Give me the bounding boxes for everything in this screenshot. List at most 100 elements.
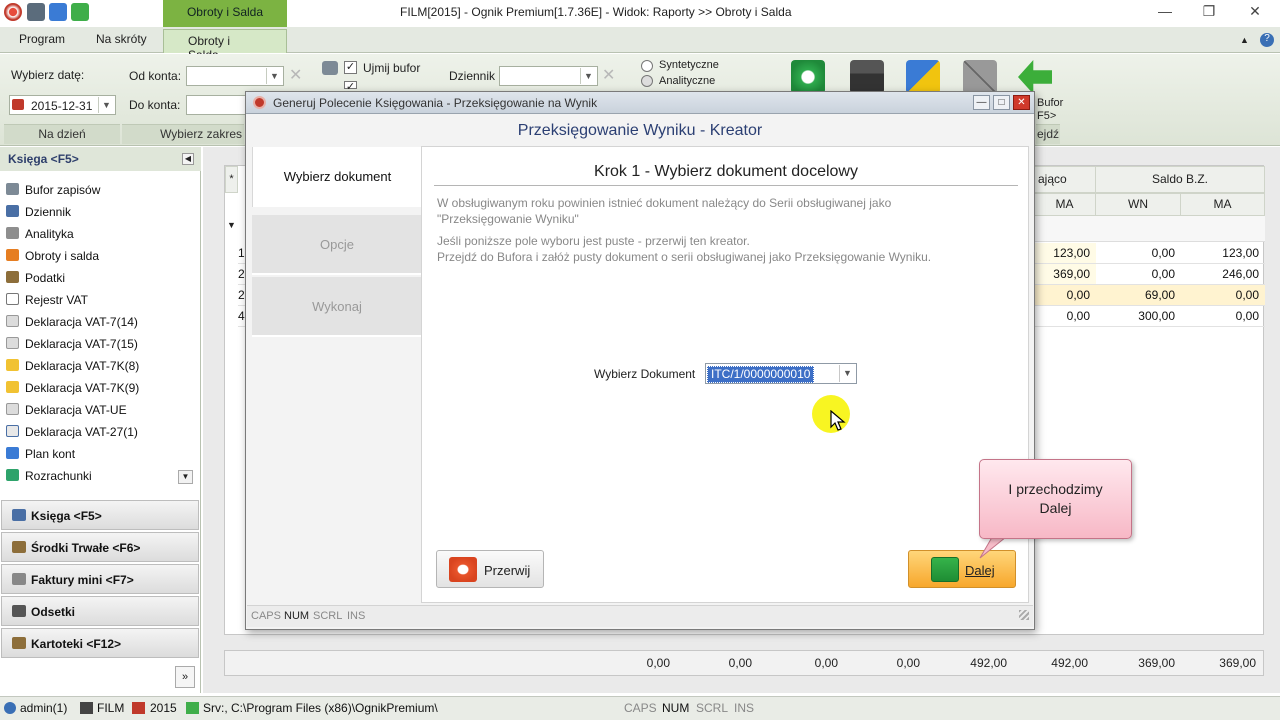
resize-grip-icon[interactable] — [1019, 610, 1029, 620]
nav-srodki-trwale[interactable]: Środki Trwałe <F6> — [1, 532, 199, 562]
nav-item-vat7-14[interactable]: Deklaracja VAT-7(14) — [6, 311, 138, 333]
do-konta-field[interactable] — [186, 95, 246, 115]
nav-odsetki[interactable]: Odsetki — [1, 596, 199, 626]
grid-cell: 0,00 — [1180, 285, 1265, 306]
server-icon — [186, 702, 199, 714]
date-picker[interactable]: 2015-12-31 ▼ — [9, 95, 116, 115]
chevron-down-icon[interactable]: ▼ — [98, 97, 114, 113]
grid-header-col[interactable]: MA — [1180, 193, 1265, 216]
chevron-down-icon[interactable]: ▼ — [266, 68, 282, 84]
declaration-icon — [6, 425, 19, 437]
context-tab: Obroty i Salda — [163, 0, 287, 27]
pomin-puste-checkbox[interactable]: ✓ — [344, 81, 357, 93]
cancel-button[interactable]: Przerwij — [436, 550, 544, 588]
nav-item-vat-ue[interactable]: Deklaracja VAT-UE — [6, 399, 127, 421]
annotation-callout: I przechodzimy Dalej — [979, 459, 1132, 539]
nav-item-podatki[interactable]: Podatki — [6, 267, 65, 289]
nav-item-label: Deklaracja VAT-7(15) — [25, 337, 138, 351]
exit-arrow-icon[interactable] — [1018, 60, 1052, 94]
nav-item-obroty[interactable]: Obroty i salda — [6, 245, 99, 267]
stop-icon — [449, 557, 477, 582]
document-icon[interactable] — [71, 3, 89, 21]
grid-cell: 0,00 — [1033, 285, 1096, 306]
step-wykonaj[interactable]: Wykonaj — [252, 277, 422, 337]
dziennik-field[interactable]: ▼ — [499, 66, 598, 86]
tab-obroty-i-salda[interactable]: Obroty i Salda — [163, 29, 287, 62]
ujmij-bufor-label: Ujmij bufor — [363, 61, 421, 75]
nav-item-vat27[interactable]: Deklaracja VAT-27(1) — [6, 421, 138, 443]
nav-item-label: Analityka — [25, 227, 74, 241]
dialog-status-bar: CAPS NUM SCRL INS — [247, 605, 1033, 627]
nav-item-vat7-15[interactable]: Deklaracja VAT-7(15) — [6, 333, 138, 355]
grid-cell: 300,00 — [1095, 306, 1181, 327]
date-value: 2015-12-31 — [31, 99, 93, 113]
dialog-maximize-icon[interactable]: □ — [993, 95, 1010, 110]
export-icon[interactable] — [906, 60, 940, 94]
od-konta-label: Od konta: — [129, 69, 182, 83]
arrow-right-icon — [931, 557, 959, 582]
refresh-icon[interactable] — [791, 60, 825, 94]
grid-filter-icon[interactable]: ▼ — [225, 220, 238, 240]
ujmij-bufor-checkbox[interactable]: ✓ — [344, 61, 357, 74]
minimize-icon[interactable]: — — [1155, 3, 1175, 21]
document-select[interactable]: ITC/1/0000000010 ▼ — [705, 363, 857, 384]
step-wybierz-dokument[interactable]: Wybierz dokument — [252, 147, 422, 207]
grid-header-col[interactable]: WN — [1095, 193, 1181, 216]
grid-header-col[interactable]: MA — [1033, 193, 1096, 216]
group-label-wyjdz: ejdź — [1036, 124, 1060, 144]
clear-od-konta-icon[interactable]: ✕ — [289, 65, 302, 85]
expand-nav-icon[interactable]: » — [175, 666, 195, 688]
nav-item-vat7k-8[interactable]: Deklaracja VAT-7K(8) — [6, 355, 139, 377]
close-icon[interactable]: ✕ — [1245, 3, 1265, 21]
nav-item-plan-kont[interactable]: Plan kont — [6, 443, 75, 465]
od-konta-field[interactable]: ▼ — [186, 66, 284, 86]
dialog-status-scrl: SCRL — [313, 610, 343, 622]
do-konta-label: Do konta: — [129, 98, 181, 112]
tab-program[interactable]: Program — [19, 32, 65, 46]
nav-item-dziennik[interactable]: Dziennik — [6, 201, 71, 223]
nav-item-label: Deklaracja VAT-7K(8) — [25, 359, 140, 373]
calendar-icon[interactable] — [27, 3, 45, 21]
syntetyczne-radio[interactable] — [641, 60, 653, 72]
dialog-close-icon[interactable]: ✕ — [1013, 95, 1030, 110]
analityczne-label: Analityczne — [659, 75, 716, 87]
nav-item-analityka[interactable]: Analityka — [6, 223, 74, 245]
help-question-icon[interactable]: ? — [1260, 33, 1274, 47]
journal-icon — [6, 205, 19, 217]
restore-icon[interactable]: ❐ — [1199, 3, 1219, 21]
print-icon[interactable] — [850, 60, 884, 94]
nav-kartoteki[interactable]: Kartoteki <F12> — [1, 628, 199, 658]
chevron-down-icon[interactable]: ▼ — [839, 365, 855, 382]
document-select-value: ITC/1/0000000010 — [707, 366, 815, 383]
tab-na-skroty[interactable]: Na skróty — [96, 32, 147, 46]
nav-faktury-mini[interactable]: Faktury mini <F7> — [1, 564, 199, 594]
total-cell: 0,00 — [646, 656, 670, 670]
grid-totals-row: 0,00 0,00 0,00 0,00 492,00 492,00 369,00… — [224, 650, 1264, 676]
help-icon[interactable]: ▲ — [1240, 35, 1249, 45]
scroll-down-icon[interactable]: ▼ — [178, 470, 193, 484]
clear-dziennik-icon[interactable]: ✕ — [602, 65, 615, 85]
dialog-title-bar[interactable]: Generuj Polecenie Księgowania - Przeksię… — [246, 92, 1034, 114]
grid-cell: 0,00 — [1095, 243, 1181, 264]
nav-ksiega[interactable]: Księga <F5> — [1, 500, 199, 530]
nav-label: Środki Trwałe <F6> — [31, 541, 141, 555]
total-cell: 492,00 — [1051, 656, 1088, 670]
tools-icon[interactable] — [963, 60, 997, 94]
left-panel-header[interactable]: Księga <F5> — [0, 147, 201, 171]
analityczne-radio[interactable] — [641, 75, 653, 87]
nav-item-rozrachunki[interactable]: Rozrachunki — [6, 465, 92, 487]
collapse-panel-icon[interactable]: ◀ — [182, 153, 194, 165]
nav-item-vat7k-9[interactable]: Deklaracja VAT-7K(9) — [6, 377, 139, 399]
switch-icon[interactable] — [49, 3, 67, 21]
nav-item-label: Plan kont — [25, 447, 76, 461]
mouse-pointer-icon — [830, 410, 846, 431]
dialog-minimize-icon[interactable]: — — [973, 95, 990, 110]
chevron-down-icon[interactable]: ▼ — [580, 68, 596, 84]
nav-item-bufor[interactable]: Bufor zapisów — [6, 179, 100, 201]
wizard-content: Krok 1 - Wybierz dokument docelowy W obs… — [421, 146, 1029, 603]
nav-item-label: Bufor zapisów — [25, 183, 101, 197]
app-logo-icon[interactable] — [4, 3, 22, 21]
step-opcje[interactable]: Opcje — [252, 215, 422, 275]
nav-item-rejestr-vat[interactable]: Rejestr VAT — [6, 289, 88, 311]
grid-filter-row[interactable] — [1033, 216, 1265, 242]
